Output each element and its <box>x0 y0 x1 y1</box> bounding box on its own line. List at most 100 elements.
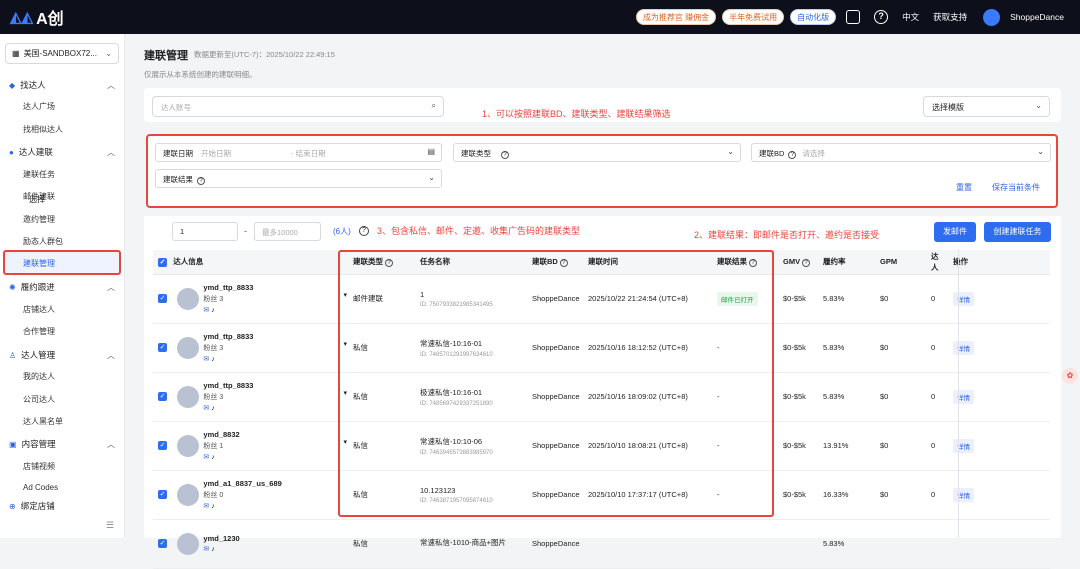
nav-group-find-creators[interactable]: ◆ 找达人 ︿ <box>9 79 115 91</box>
nav-item-similar-creators[interactable]: 找相似达人 <box>23 124 63 135</box>
creator-name[interactable]: ymd_ttp_8833 <box>203 381 253 390</box>
header-gpm: GPM <box>875 250 926 275</box>
creator-name[interactable]: ymd_a1_8837_us_689 <box>203 479 281 488</box>
chevron-up-icon: ︿ <box>107 147 115 157</box>
details-button[interactable]: 详情 <box>953 438 974 453</box>
app-logo[interactable]: ◭◭ A创 <box>10 5 64 29</box>
row-checkbox[interactable]: ✓ <box>158 441 167 450</box>
select-to-input[interactable]: 最多10000 <box>254 222 321 241</box>
shop-selector[interactable]: ▦ 美国-SANDBOX72... ⌄ <box>5 43 119 64</box>
result-filter[interactable]: 建联结果? ⌄ <box>155 169 442 188</box>
row-checkbox[interactable]: ✓ <box>158 294 167 303</box>
row-checkbox[interactable]: ✓ <box>158 490 167 499</box>
nav-item-shop-videos[interactable]: 店铺视频 <box>23 461 55 472</box>
diamond-icon: ◆ <box>9 80 16 90</box>
cell-count: 0 <box>926 372 948 422</box>
creator-name[interactable]: ymd_ttp_8833 <box>203 283 253 292</box>
gear-icon: ✺ <box>9 282 16 292</box>
page-title: 建联管理 <box>144 50 188 62</box>
nav-item-audience-packs[interactable]: 励态人群包 <box>23 236 63 247</box>
bd-filter[interactable]: 建联BD? 请选择 ⌄ <box>751 143 1051 162</box>
reset-button[interactable]: 重置 <box>956 182 972 193</box>
caret-down-icon[interactable]: ▾ <box>343 389 347 397</box>
row-checkbox[interactable]: ✓ <box>158 392 167 401</box>
creator-name[interactable]: ymd_8832 <box>203 430 239 439</box>
nav-item-creator-square[interactable]: 达人广场 <box>23 101 55 112</box>
result-badge: - <box>717 490 720 499</box>
create-outreach-task-button[interactable]: 创建建联任务 <box>984 222 1051 242</box>
help-icon: ? <box>197 177 205 185</box>
help-icon: ? <box>788 151 797 159</box>
caret-down-icon[interactable]: ▾ <box>343 291 347 299</box>
avatar[interactable] <box>177 385 200 408</box>
details-button[interactable]: 详情 <box>953 487 974 502</box>
cell-rate: 5.83% <box>818 274 875 324</box>
nav-item-outreach-tasks[interactable]: 建联任务 <box>23 169 55 180</box>
search-placeholder: 达人账号 <box>161 103 191 112</box>
nav-item-my-creators[interactable]: 我的达人 <box>23 371 55 382</box>
creator-search-input[interactable]: 达人账号 ⌕ <box>152 96 444 117</box>
document-icon[interactable] <box>846 10 861 24</box>
help-icon: ? <box>385 259 393 268</box>
nav-group-outreach[interactable]: ● 达人建联 ︿ <box>9 146 115 158</box>
shop-name: 美国-SANDBOX72... <box>23 49 97 58</box>
cell-time: 2025/10/10 18:08:21 (UTC+8) <box>583 421 712 471</box>
nav-item-collaborations[interactable]: 合作管理 <box>23 326 55 337</box>
send-email-button[interactable]: 发邮件 <box>934 222 976 242</box>
cell-rate: 5.83% <box>818 519 875 569</box>
details-button[interactable]: 详情 <box>953 389 974 404</box>
promo-referral-button[interactable]: 成为推荐官 赚佣金 <box>635 9 717 25</box>
avatar[interactable] <box>177 287 200 310</box>
assistant-float-icon[interactable]: ✿ <box>1062 368 1078 384</box>
nav-item-company-creators[interactable]: 公司达人 <box>23 394 55 405</box>
support-menu[interactable]: 获取支持 <box>933 11 967 23</box>
creator-name[interactable]: ymd_ttp_8833 <box>203 332 253 341</box>
avatar[interactable] <box>177 483 200 506</box>
type-filter[interactable]: 建联类型? ⌄ <box>453 143 741 162</box>
template-select[interactable]: 选择模版 ⌄ <box>923 96 1050 117</box>
nav-group-content[interactable]: ▣ 内容管理 ︿ <box>9 438 115 450</box>
row-checkbox[interactable]: ✓ <box>158 539 167 548</box>
nav-group-bind-shop[interactable]: ⊕ 绑定店铺 <box>9 500 115 512</box>
user-avatar[interactable] <box>983 8 1001 26</box>
creator-name[interactable]: ymd_1230 <box>203 534 239 543</box>
nav-item-invitations[interactable]: 邀约管理 <box>23 214 55 225</box>
search-icon[interactable]: ⌕ <box>432 101 436 111</box>
select-all-checkbox[interactable]: ✓ <box>158 258 167 268</box>
nav-group-label: 绑定店铺 <box>20 501 55 511</box>
language-select[interactable]: 中文 <box>902 11 919 23</box>
help-icon[interactable]: ? <box>874 10 889 24</box>
cell-type: 私信 <box>348 519 415 569</box>
user-name[interactable]: ShoppeDance <box>1010 12 1064 22</box>
select-from-input[interactable]: 1 <box>172 222 238 241</box>
nav-item-outreach-management[interactable]: 建联管理 <box>3 250 121 275</box>
collapse-menu-icon[interactable]: ☰ <box>106 520 114 531</box>
nav-item-label: 建联管理 <box>23 259 55 268</box>
avatar[interactable] <box>177 434 200 457</box>
nav-item-ad-codes[interactable]: Ad Codes <box>23 483 58 492</box>
nav-group-fulfillment[interactable]: ✺ 履约跟进 ︿ <box>9 281 115 293</box>
caret-down-icon[interactable]: ▾ <box>343 438 347 446</box>
cell-bd: ShoppeDance <box>527 323 583 373</box>
save-filters-button[interactable]: 保存当前条件 <box>992 182 1040 193</box>
date-range-filter[interactable]: 建联日期 开始日期 - 结束日期 ▤ <box>155 143 442 162</box>
nav-item-blacklist[interactable]: 达人黑名单 <box>23 416 63 427</box>
cell-type: 私信 <box>348 421 415 471</box>
details-button[interactable]: 详情 <box>953 340 974 355</box>
nav-item-shop-creators[interactable]: 店铺达人 <box>23 304 55 315</box>
help-icon[interactable]: ? <box>359 226 369 236</box>
automation-edition-button[interactable]: 自动化版 <box>790 9 837 25</box>
date-label: 建联日期 <box>163 149 193 158</box>
nav-group-creator-management[interactable]: ♙ 达人管理 ︿ <box>9 349 115 361</box>
caret-down-icon[interactable]: ▾ <box>343 340 347 348</box>
avatar[interactable] <box>177 336 200 359</box>
row-checkbox[interactable]: ✓ <box>158 343 167 352</box>
automation-edition-label: 自动化版 <box>797 12 830 22</box>
cell-type: 私信 <box>348 323 415 373</box>
header-actions: 操作 <box>948 250 1050 275</box>
avatar[interactable] <box>177 532 200 555</box>
promo-trial-button[interactable]: 半年免费试用 <box>722 9 785 25</box>
help-icon: ? <box>559 259 568 268</box>
cell-time: 2025/10/10 17:37:17 (UTC+8) <box>583 470 712 520</box>
details-button[interactable]: 详情 <box>953 291 974 306</box>
